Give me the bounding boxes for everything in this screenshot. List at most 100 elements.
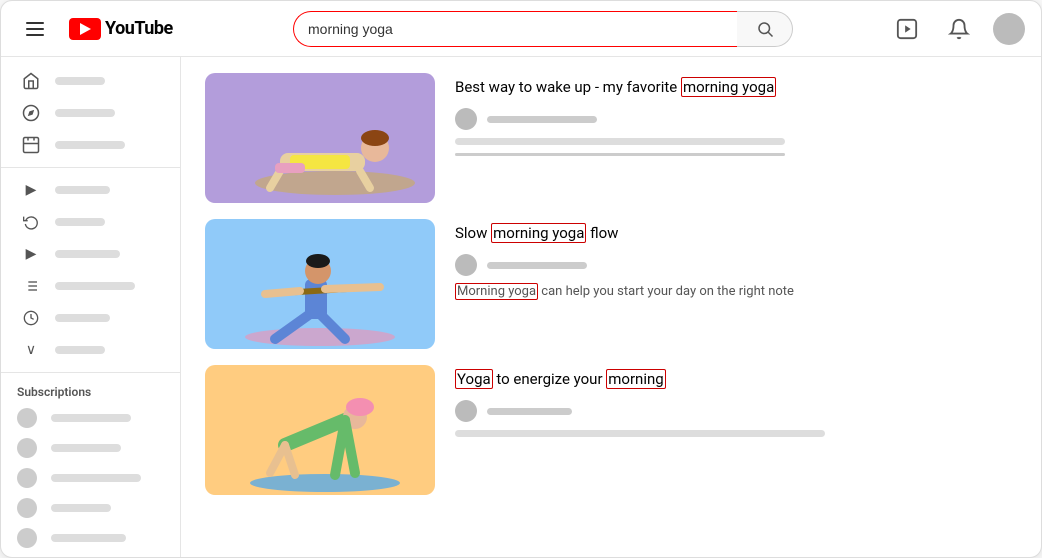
youtube-logo[interactable]: YouTube <box>69 18 173 40</box>
sidebar-item-watch-later[interactable] <box>5 302 176 334</box>
channel-name-bar-1 <box>487 116 597 123</box>
your-videos-label <box>55 250 120 258</box>
logo-text: YouTube <box>105 18 173 39</box>
subscription-item-4[interactable] <box>1 493 180 523</box>
explore-icon <box>21 103 41 123</box>
thumbnail-illustration-2 <box>205 219 435 349</box>
channel-avatar-1 <box>455 108 477 130</box>
video-title-3: Yoga to energize your morning <box>455 369 1017 390</box>
video-meta-3 <box>455 400 1017 422</box>
subscriptions-icon <box>21 135 41 155</box>
history-label <box>55 218 105 226</box>
subscription-item-3[interactable] <box>1 463 180 493</box>
subscription-label-1 <box>51 414 131 422</box>
sidebar-item-explore[interactable] <box>5 97 176 129</box>
subscription-avatar-1 <box>17 408 37 428</box>
upload-icon <box>896 18 918 40</box>
sidebar-item-your-videos[interactable]: ▶ <box>5 238 176 270</box>
video-title-1: Best way to wake up - my favorite mornin… <box>455 77 1017 98</box>
library-icon: ▶ <box>21 180 41 200</box>
title-highlight-yoga-3: Yoga <box>455 369 493 389</box>
channel-avatar-3 <box>455 400 477 422</box>
search-button[interactable] <box>737 11 793 47</box>
channel-avatar-2 <box>455 254 477 276</box>
sidebar-divider-2 <box>1 372 180 373</box>
video-card-3: Yoga to energize your morning <box>205 365 1017 495</box>
title-before-2: Slow <box>455 224 491 242</box>
video-card-2: Slow morning yoga flow Morning yoga can … <box>205 219 1017 349</box>
title-between-3: to energize your <box>493 370 607 388</box>
video-meta-1 <box>455 108 1017 130</box>
thumbnail-1[interactable] <box>205 73 435 203</box>
search-icon <box>756 20 774 38</box>
header: YouTube <box>1 1 1041 57</box>
history-icon <box>21 212 41 232</box>
explore-label <box>55 109 115 117</box>
hamburger-icon <box>26 22 44 36</box>
search-form <box>293 11 793 47</box>
header-left: YouTube <box>17 11 197 47</box>
sidebar-divider-1 <box>1 167 180 168</box>
sidebar-item-subscriptions[interactable] <box>5 129 176 161</box>
title-highlight-1: morning yoga <box>681 77 776 97</box>
main-content: Best way to wake up - my favorite mornin… <box>181 57 1041 557</box>
thumbnail-illustration-1 <box>205 73 435 203</box>
subscription-label-2 <box>51 444 121 452</box>
avatar[interactable] <box>993 13 1025 45</box>
sidebar-item-history[interactable] <box>5 206 176 238</box>
sidebar-item-show-more[interactable]: ∨ <box>5 334 176 366</box>
chevron-down-icon: ∨ <box>21 340 41 360</box>
youtube-logo-icon <box>69 18 101 40</box>
watch-later-icon <box>21 308 41 328</box>
thumbnail-2[interactable] <box>205 219 435 349</box>
menu-button[interactable] <box>17 11 53 47</box>
search-input[interactable] <box>293 11 737 47</box>
body: ▶ ▶ <box>1 57 1041 557</box>
search-bar <box>213 11 873 47</box>
video-info-1: Best way to wake up - my favorite mornin… <box>455 73 1017 156</box>
channel-name-bar-2 <box>487 262 587 269</box>
header-right <box>889 11 1025 47</box>
title-highlight-morning-3: morning <box>606 369 665 389</box>
home-label <box>55 77 105 85</box>
title-highlight-2: morning yoga <box>491 223 586 243</box>
desc-bar-3 <box>455 430 825 437</box>
upload-button[interactable] <box>889 11 925 47</box>
sidebar-item-library[interactable]: ▶ <box>5 174 176 206</box>
video-info-3: Yoga to energize your morning <box>455 365 1017 437</box>
watch-later-label <box>55 314 110 322</box>
app-window: YouTube <box>0 0 1042 558</box>
your-videos-icon: ▶ <box>21 244 41 264</box>
subscription-avatar-2 <box>17 438 37 458</box>
subscription-avatar-4 <box>17 498 37 518</box>
subscriptions-section-title: Subscriptions <box>1 379 180 403</box>
desc-text-2: can help you start your day on the right… <box>538 284 794 299</box>
subscription-label-3 <box>51 474 141 482</box>
subscription-avatar-3 <box>17 468 37 488</box>
video-title-2: Slow morning yoga flow <box>455 223 1017 244</box>
thumbnail-3[interactable] <box>205 365 435 495</box>
title-text-before-1: Best way to wake up - my favorite <box>455 78 681 96</box>
video-info-2: Slow morning yoga flow Morning yoga can … <box>455 219 1017 299</box>
progress-bar-1 <box>455 153 785 156</box>
subscription-avatar-5 <box>17 528 37 548</box>
subscription-item-5[interactable] <box>1 523 180 553</box>
thumbnail-illustration-3 <box>205 365 435 495</box>
sidebar-item-playlists[interactable] <box>5 270 176 302</box>
playlists-icon <box>21 276 41 296</box>
channel-name-bar-3 <box>487 408 572 415</box>
subscription-item-1[interactable] <box>1 403 180 433</box>
subscription-label-5 <box>51 534 126 542</box>
subscription-label-4 <box>51 504 111 512</box>
desc-highlight-2: Morning yoga <box>455 283 538 300</box>
sidebar: ▶ ▶ <box>1 57 181 557</box>
video-meta-2 <box>455 254 1017 276</box>
subscription-item-2[interactable] <box>1 433 180 463</box>
video-desc-2: Morning yoga can help you start your day… <box>455 284 1017 299</box>
notifications-button[interactable] <box>941 11 977 47</box>
title-after-2: flow <box>586 224 618 242</box>
playlists-label <box>55 282 135 290</box>
video-card-1: Best way to wake up - my favorite mornin… <box>205 73 1017 203</box>
sidebar-item-home[interactable] <box>5 65 176 97</box>
bell-icon <box>948 18 970 40</box>
